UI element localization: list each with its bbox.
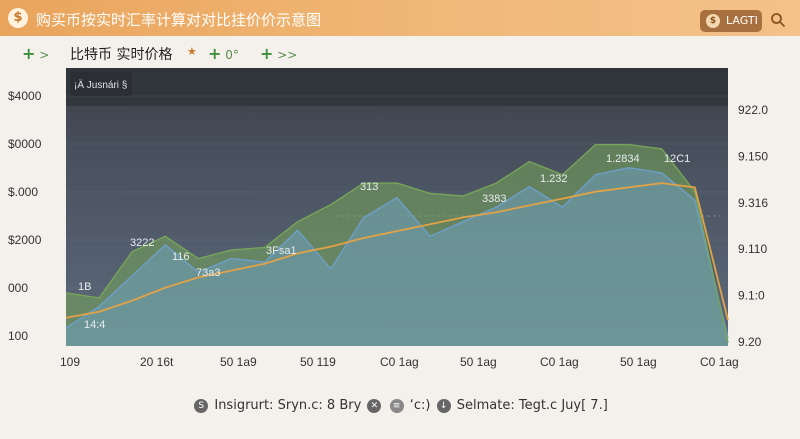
data-annotation: 1.232 [540,173,568,185]
chart-title: 比特币 实时价格 [70,47,173,63]
add-indicator-button[interactable]: + 0° [208,44,239,63]
coin-icon: $ [706,14,720,28]
data-annotation: 1B [78,281,91,293]
plus-icon: + [208,44,222,63]
y-right-tick: 9.1:0 [738,289,765,303]
data-annotation: 73a3 [196,267,220,279]
data-annotation: 3383 [482,193,506,205]
y-left-tick: $2000 [8,233,42,247]
x-tick: 50 1a9 [220,355,257,369]
overlay-label: ¡Ä Jusnári § [74,79,127,91]
x-tick: 20 16t [140,355,174,369]
close-icon[interactable]: ✕ [367,398,382,413]
plot-header-band [66,68,728,106]
x-tick: C0 1ag [540,355,579,369]
bar-chart-icon[interactable]: ≡ [389,398,404,413]
y-left-tick: $4000 [8,89,42,103]
data-annotation: 12C1 [664,153,690,165]
y-left-tick: $0000 [8,137,42,151]
page-title: 购买币按实时汇率计算对对比挂价价示意图 [36,11,322,29]
data-annotation: 1.2834 [606,153,640,165]
star-icon[interactable]: ★ [187,45,197,58]
more-button[interactable]: + >> [260,44,297,63]
x-tick: 109 [60,355,80,369]
login-button[interactable]: $ LAGTI [700,10,762,32]
x-tick: 50 1ag [620,355,657,369]
download-icon[interactable]: ↓ [436,398,451,413]
info-icon: S [194,398,209,413]
more-label: >> [277,48,298,62]
data-annotation: 3Fsa1 [266,245,297,257]
x-tick: 50 1ag [460,355,497,369]
y-right-tick: 9.110 [738,242,767,256]
x-tick: C0 1ag [380,355,419,369]
plus-icon: + [260,44,274,63]
login-label: LAGTI [726,14,758,27]
data-annotation: 14:4 [84,319,105,331]
y-left-tick: 000 [8,281,28,295]
footer-text-3: Selmate: Tegt.c Juy[ 7.] [456,398,608,413]
data-annotation: 313 [360,181,378,193]
footer-text-1: Insigrurt: Sryn.c: 8 Bry [214,398,362,413]
add-indicator-label: 0° [225,48,239,62]
price-chart: $4000 $0000 $.000 $2000 000 100 922.0 9.150 9.31… [8,68,768,369]
add-series-button[interactable]: + > [22,44,49,63]
data-annotation: 3222 [130,237,154,249]
x-tick: C0 1ag [700,355,739,369]
search-icon[interactable] [770,12,786,28]
y-right-tick: 9.20 [738,335,762,349]
data-annotation: 116 [172,251,190,263]
y-left-tick: 100 [8,329,28,343]
y-right-tick: 9.150 [738,149,768,163]
y-right-tick: 9.316 [738,196,768,210]
status-footer: S Insigrurt: Sryn.c: 8 Bry ✕ ≡ ‘c:) ↓ Se… [0,398,800,422]
x-tick: 50 119 [300,355,336,369]
y-left-tick: $.000 [8,185,38,199]
plus-icon: + [22,44,36,63]
footer-text-2: ‘c:) [409,398,431,413]
chart-area: $4000 $0000 $.000 $2000 000 100 922.0 9.150 9.31… [0,66,800,386]
y-right-tick: 922.0 [738,103,768,117]
coin-icon: $ [8,8,28,28]
add-series-label: > [39,48,50,62]
